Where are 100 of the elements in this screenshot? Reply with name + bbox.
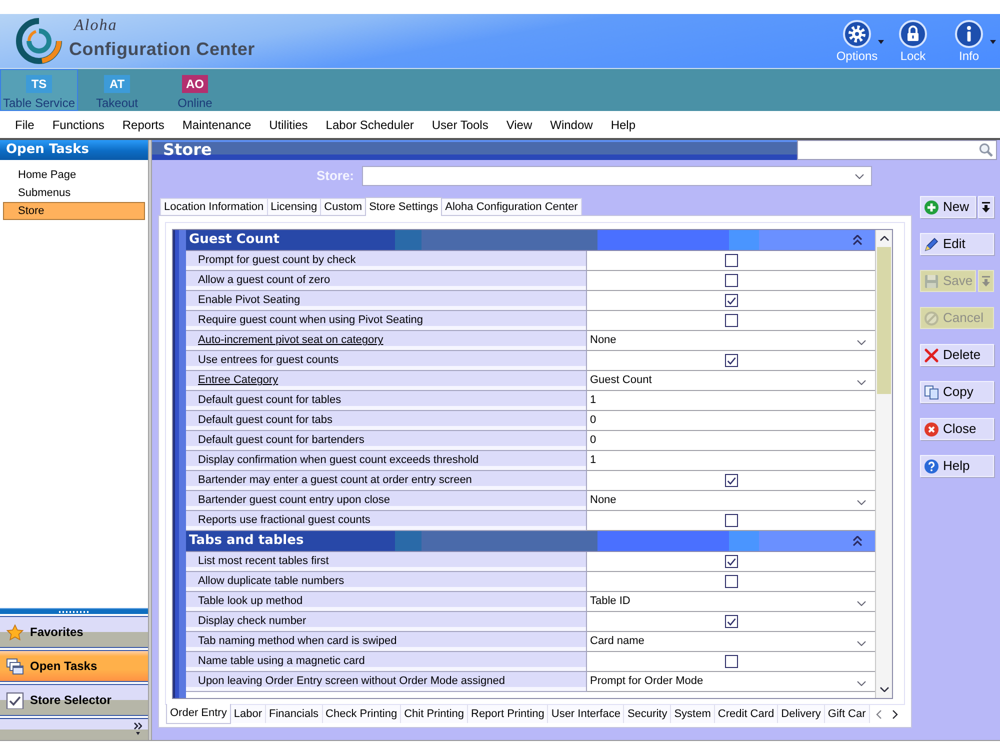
checkbox[interactable]: [724, 514, 738, 527]
checkbox[interactable]: [724, 474, 738, 487]
checkbox[interactable]: [724, 575, 738, 588]
split-arrow-button[interactable]: [978, 196, 994, 218]
menu-item[interactable]: User Tools: [422, 111, 498, 138]
dropdown-field[interactable]: Guest Count: [587, 371, 875, 390]
double-chevron-up-icon[interactable]: [853, 235, 862, 245]
tab[interactable]: System: [671, 705, 715, 723]
chevron-down-icon: [857, 601, 866, 606]
product-tile: AO: [182, 75, 208, 93]
menu-item[interactable]: File: [6, 111, 44, 138]
double-chevron-right-icon[interactable]: [134, 722, 142, 736]
setting-label: Upon leaving Order Entry screen without Order Mode assigned: [198, 674, 505, 690]
tab[interactable]: Security: [624, 705, 672, 723]
tab[interactable]: Credit Card: [714, 705, 778, 723]
menu-item[interactable]: Labor Scheduler: [316, 111, 423, 138]
pencil-icon: [924, 236, 939, 252]
text-field[interactable]: 1: [587, 391, 875, 410]
task-item[interactable]: Home Page: [3, 166, 145, 184]
double-chevron-up-icon[interactable]: [853, 536, 862, 546]
tab[interactable]: Licensing: [266, 198, 322, 215]
checkbox[interactable]: [724, 314, 738, 327]
info-icon: [955, 20, 983, 48]
menu-item[interactable]: Window: [541, 111, 602, 138]
tab[interactable]: Financials: [266, 705, 323, 723]
tab[interactable]: Location Information: [160, 198, 268, 215]
caret-icon: [990, 40, 996, 44]
menu-item[interactable]: Maintenance: [173, 111, 260, 138]
chevron-left-icon[interactable]: [876, 710, 882, 718]
dropdown-field[interactable]: Card name: [587, 632, 875, 651]
action-button[interactable]: Help: [920, 455, 994, 477]
logo-script-text: Aloha: [74, 17, 118, 34]
action-button[interactable]: New: [920, 196, 976, 218]
tab[interactable]: Check Printing: [322, 705, 402, 723]
action-button[interactable]: Edit: [920, 233, 994, 255]
setting-label: Name table using a magnetic card: [198, 654, 365, 670]
check-icon: [726, 618, 736, 626]
setting-label: Use entrees for guest counts: [198, 353, 339, 368]
task-item[interactable]: Store: [3, 202, 145, 220]
task-item[interactable]: Submenus: [3, 184, 145, 202]
checkbox[interactable]: [724, 254, 738, 267]
tab[interactable]: Order Entry: [166, 704, 231, 724]
tab[interactable]: Custom: [320, 198, 366, 215]
panel-header: Open Tasks: [0, 140, 148, 160]
cross-icon: [924, 348, 939, 362]
tab[interactable]: User Interface: [548, 705, 624, 723]
nav-section[interactable]: Store Selector: [0, 684, 148, 716]
text-field[interactable]: 1: [587, 451, 875, 470]
action-button[interactable]: Copy: [920, 381, 994, 403]
checkbox[interactable]: [724, 615, 738, 628]
check-icon: [726, 296, 736, 304]
setting-label: Reports use fractional guest counts: [198, 513, 370, 528]
tab[interactable]: Labor: [230, 705, 266, 723]
chevron-right-icon[interactable]: [892, 710, 898, 718]
nav-section[interactable]: Open Tasks: [0, 650, 148, 682]
setting-label: Display confirmation when guest count exceeds threshold: [198, 453, 479, 468]
dropdown-field[interactable]: Prompt for Order Mode: [587, 672, 875, 691]
checkbox[interactable]: [724, 555, 738, 568]
tab[interactable]: Delivery: [778, 705, 825, 723]
tab[interactable]: Store Settings: [365, 197, 442, 216]
arrow-down-bar-icon: [981, 276, 991, 286]
product-button[interactable]: TS Table Service: [0, 69, 78, 111]
scroll-down-icon[interactable]: [880, 687, 888, 692]
section-title: Guest Count: [189, 231, 280, 250]
product-tile: AT: [104, 75, 130, 93]
setting-label: Bartender guest count entry upon close: [198, 493, 390, 508]
product-button[interactable]: AO Online: [156, 69, 234, 111]
arrow-down-bar-icon: [981, 202, 991, 212]
menu-item[interactable]: Reports: [113, 111, 174, 138]
scrollbar-thumb[interactable]: [877, 247, 891, 394]
tab[interactable]: Chit Printing: [401, 705, 468, 723]
text-field[interactable]: 0: [587, 431, 875, 450]
setting-label: Enable Pivot Seating: [198, 293, 300, 308]
text-field[interactable]: 0: [587, 411, 875, 430]
checkbox[interactable]: [724, 294, 738, 307]
setting-link[interactable]: Entree Category: [198, 372, 278, 389]
dropdown-field[interactable]: None: [587, 491, 875, 510]
menu-item[interactable]: Functions: [43, 111, 114, 138]
action-button[interactable]: Delete: [920, 344, 994, 366]
checkbox[interactable]: [724, 655, 738, 668]
tab[interactable]: Aloha Configuration Center: [441, 198, 582, 215]
gear-icon: [843, 20, 871, 48]
field-label: Store:: [315, 167, 354, 186]
tab[interactable]: Gift Car: [824, 705, 870, 723]
setting-label: Tab naming method when card is swiped: [198, 634, 397, 650]
dropdown-field[interactable]: None: [587, 331, 875, 350]
tab[interactable]: Report Printing: [468, 705, 548, 723]
menu-item[interactable]: Help: [602, 111, 644, 138]
checkbox[interactable]: [724, 274, 738, 287]
dropdown-field[interactable]: Table ID: [587, 592, 875, 611]
search-field[interactable]: [797, 140, 997, 160]
checkbox[interactable]: [724, 354, 738, 367]
setting-label: Default guest count for tables: [198, 393, 342, 408]
menu-item[interactable]: View: [497, 111, 542, 138]
scroll-up-icon[interactable]: [880, 236, 888, 241]
menu-item[interactable]: Utilities: [260, 111, 317, 138]
action-button[interactable]: Close: [920, 418, 994, 440]
nav-section[interactable]: Favorites: [0, 616, 148, 648]
copy-icon: [924, 384, 939, 400]
check-icon: [726, 476, 736, 484]
